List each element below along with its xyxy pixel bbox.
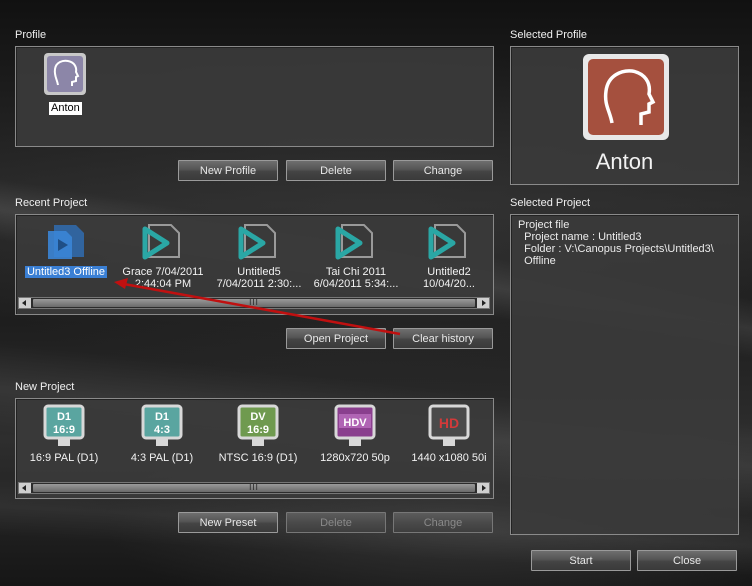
new-preset-button[interactable]: New Preset: [178, 512, 278, 533]
svg-text:HD: HD: [439, 415, 459, 431]
svg-text:16:9: 16:9: [53, 424, 75, 436]
hdv-preset-icon: HDV: [334, 404, 376, 446]
selected-project-label: Selected Project: [510, 197, 591, 209]
svg-text:DV: DV: [250, 411, 266, 423]
close-button[interactable]: Close: [637, 550, 737, 571]
d1-4-3-preset-icon: D1 4:3: [141, 404, 183, 446]
preset-item[interactable]: HD 1440 x1080 50i: [406, 403, 492, 464]
change-preset-button[interactable]: Change: [393, 512, 493, 533]
svg-text:HDV: HDV: [343, 417, 367, 429]
preset-item[interactable]: D1 4:3 4:3 PAL (D1): [116, 403, 208, 464]
dv-16-9-preset-icon: DV 16:9: [237, 404, 279, 446]
preset-item[interactable]: D1 16:9 16:9 PAL (D1): [18, 403, 110, 464]
preset-label: 1280x720 50p: [320, 452, 390, 464]
preset-label: 1440 x1080 50i: [411, 452, 487, 464]
delete-preset-button[interactable]: Delete: [286, 512, 386, 533]
preset-label: 16:9 PAL (D1): [29, 452, 99, 464]
start-button[interactable]: Start: [531, 550, 631, 571]
new-project-scrollbar[interactable]: III: [18, 482, 490, 494]
hd-preset-icon: HD: [428, 404, 470, 446]
selected-project-details: Project file Project name : Untitled3 Fo…: [518, 219, 714, 267]
preset-item[interactable]: HDV 1280x720 50p: [309, 403, 401, 464]
scroll-right-arrow-icon[interactable]: [477, 483, 489, 493]
preset-label: NTSC 16:9 (D1): [218, 452, 298, 464]
svg-text:D1: D1: [57, 411, 71, 423]
preset-label: 4:3 PAL (D1): [130, 452, 194, 464]
svg-text:4:3: 4:3: [154, 424, 170, 436]
svg-text:D1: D1: [155, 411, 169, 423]
d1-16-9-preset-icon: D1 16:9: [43, 404, 85, 446]
scroll-left-arrow-icon[interactable]: [19, 483, 31, 493]
selected-project-panel: Project file Project name : Untitled3 Fo…: [510, 214, 739, 535]
new-project-list[interactable]: D1 16:9 16:9 PAL (D1) D1 4:3 4:3 PAL (D1…: [15, 398, 494, 499]
preset-item[interactable]: DV 16:9 NTSC 16:9 (D1): [212, 403, 304, 464]
scrollbar-thumb[interactable]: III: [33, 484, 475, 492]
svg-text:16:9: 16:9: [247, 424, 269, 436]
new-project-label: New Project: [15, 381, 75, 393]
